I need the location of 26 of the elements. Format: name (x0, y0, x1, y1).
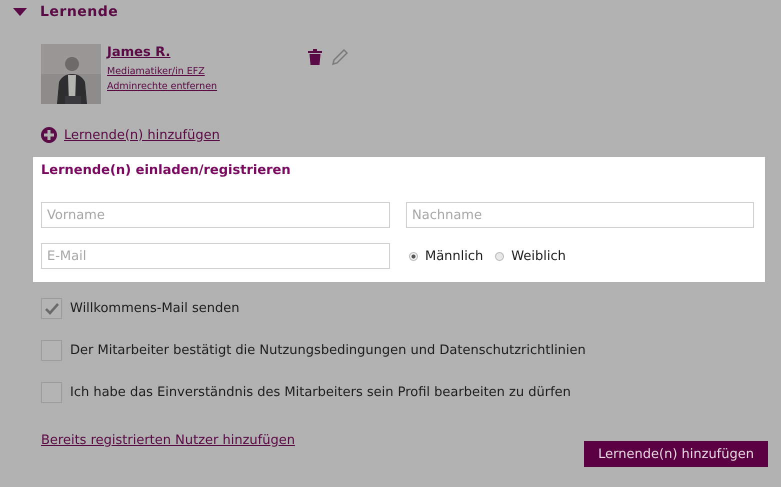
existing-user-link[interactable]: Bereits registrierten Nutzer hinzufügen (41, 433, 295, 448)
input-field[interactable]: Nachname (406, 202, 754, 228)
radio-button[interactable] (495, 252, 504, 260)
checkbox-label: Der Mitarbeiter bestätigt die Nutzungsbedingungen und Datenschutzrichtlinien (70, 343, 586, 358)
remove-admin-link[interactable]: Adminrechte entfernen (107, 79, 218, 94)
learner-name-link[interactable]: James R. (107, 45, 218, 60)
radio-button[interactable] (409, 252, 418, 260)
radio-label: Weiblich (511, 248, 566, 264)
checkbox-label: Ich habe das Einverständnis des Mitarbeiters sein Profil bearbeiten zu dürfen (70, 385, 571, 400)
input-field[interactable]: Vorname (41, 202, 390, 228)
role-link[interactable]: Mediamatiker/in EFZ (107, 64, 218, 79)
checkbox-label: Willkommens-Mail senden (70, 301, 240, 316)
checkmark-icon (44, 302, 58, 314)
pencil-icon[interactable] (332, 49, 348, 65)
checkbox[interactable] (41, 340, 62, 361)
checkbox[interactable] (41, 382, 62, 403)
panel-title: Lernende(n) einladen/registrieren (41, 163, 292, 180)
section-title: Lernende (40, 4, 118, 20)
input-field[interactable]: E-Mail (41, 243, 390, 269)
plus-icon[interactable] (41, 127, 57, 143)
caret-icon[interactable] (13, 8, 27, 16)
checkbox[interactable] (41, 298, 62, 319)
radio-label: Männlich (425, 248, 484, 264)
submit-button[interactable]: Lernende(n) hinzufügen (584, 441, 768, 467)
trash-icon[interactable] (308, 49, 322, 65)
add-learner-link[interactable]: Lernende(n) hinzufügen (64, 128, 220, 142)
